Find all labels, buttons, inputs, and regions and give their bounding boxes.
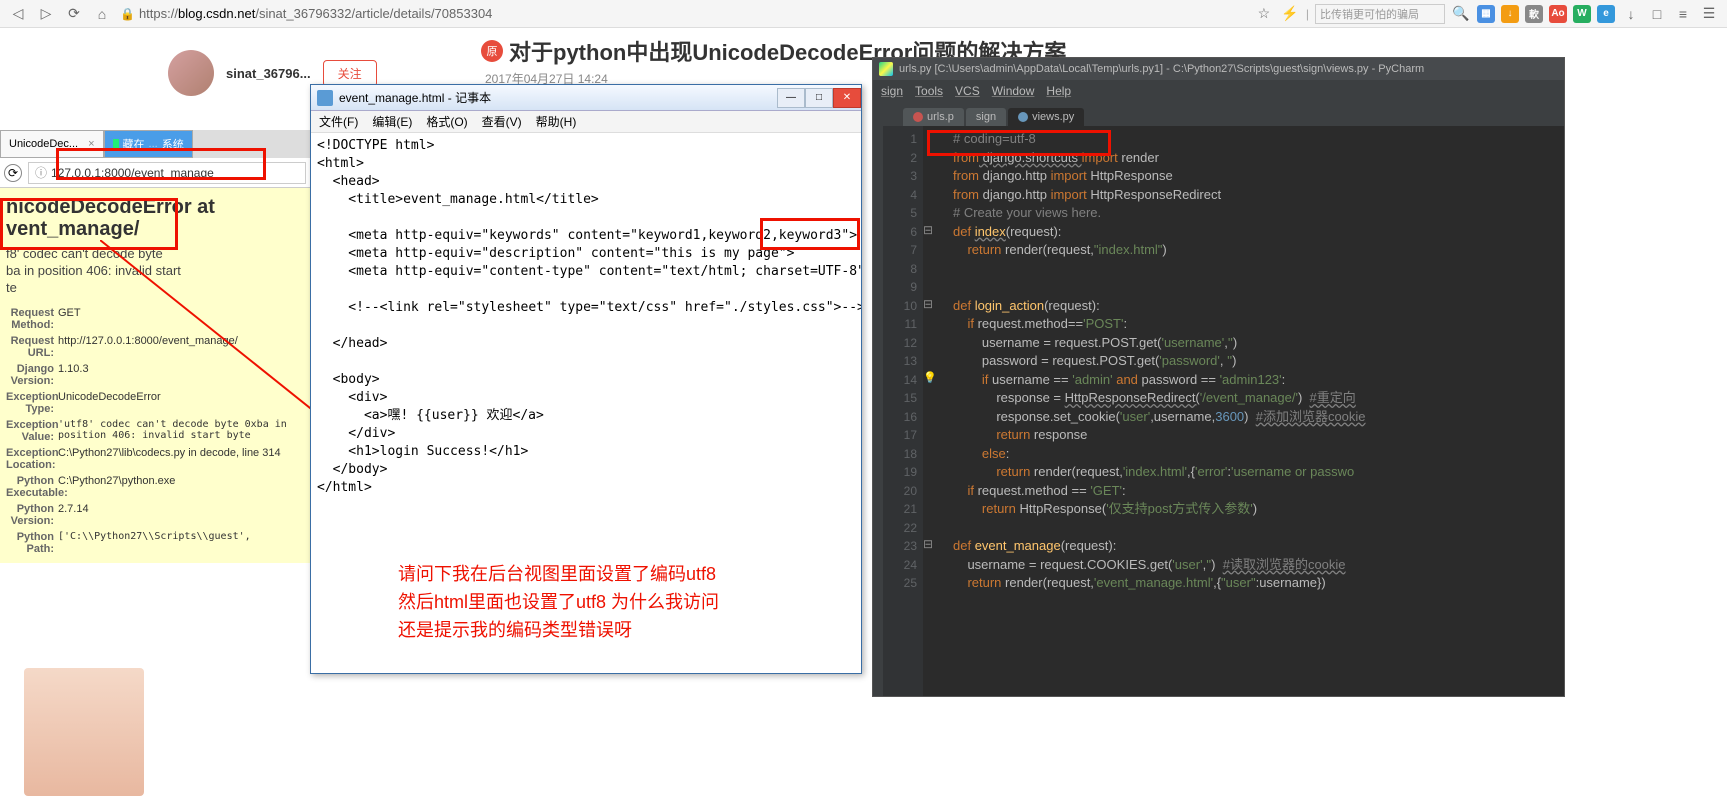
error-message: f8' codec can't decode byte ba in positi… bbox=[6, 246, 304, 297]
menu-item[interactable]: Tools bbox=[915, 84, 943, 98]
menu-icon[interactable]: ☰ bbox=[1699, 4, 1719, 24]
ext-icon[interactable]: ▦ bbox=[1477, 5, 1495, 23]
editor-tab-active[interactable]: views.py bbox=[1008, 108, 1084, 126]
pycharm-icon bbox=[879, 62, 893, 76]
notepad-title: event_manage.html - 记事本 bbox=[339, 89, 491, 106]
menu-item[interactable]: Window bbox=[992, 84, 1035, 98]
annotation-text: 请问下我在后台视图里面设置了编码utf8 然后html里面也设置了utf8 为什… bbox=[398, 560, 719, 644]
menu-view[interactable]: 查看(V) bbox=[482, 113, 522, 130]
editor-tab[interactable]: urls.p bbox=[903, 108, 964, 126]
ext-icon[interactable]: Ao bbox=[1549, 5, 1567, 23]
pycharm-menubar: sign Tools VCS Window Help bbox=[873, 80, 1564, 102]
forward-icon[interactable]: ▷ bbox=[36, 4, 56, 24]
toolbar-right: ☆ ⚡ | 比传销更可怕的骗局 🔍 ▦ ↓ 軟 Ao W e ↓ □ ≡ ☰ bbox=[1254, 4, 1719, 24]
url-field[interactable]: ⓘ 127.0.0.1:8000/event_manage bbox=[28, 162, 306, 184]
error-browser-window: UnicodeDec...× 藏在...系统 ⟳ ⓘ 127.0.0.1:800… bbox=[0, 130, 310, 690]
editor-tab[interactable]: sign bbox=[966, 108, 1006, 126]
menu-item[interactable]: VCS bbox=[955, 84, 980, 98]
django-error-page: nicodeDecodeError at vent_manage/ f8' co… bbox=[0, 188, 310, 563]
author-name[interactable]: sinat_36796... bbox=[226, 66, 311, 81]
lightning-icon[interactable]: ⚡ bbox=[1280, 4, 1300, 24]
search-icon[interactable]: 🔍 bbox=[1451, 4, 1471, 24]
browser-tab[interactable]: UnicodeDec...× bbox=[0, 130, 104, 158]
close-button[interactable]: ✕ bbox=[833, 88, 861, 108]
minimize-button[interactable]: — bbox=[777, 88, 805, 108]
ext-icon[interactable]: ↓ bbox=[1501, 5, 1519, 23]
reload-icon[interactable]: ⟳ bbox=[4, 164, 22, 182]
browser-tab-bar: UnicodeDec...× 藏在...系统 bbox=[0, 130, 310, 158]
browser-top-toolbar: ◁ ▷ ⟳ ⌂ 🔒 https://blog.csdn.net/sinat_36… bbox=[0, 0, 1727, 28]
code-editor[interactable]: 1234567891011121314151617181920212223242… bbox=[883, 126, 1564, 696]
home-icon[interactable]: ⌂ bbox=[92, 4, 112, 24]
address-bar: ⟳ ⓘ 127.0.0.1:8000/event_manage bbox=[0, 158, 310, 188]
notepad-menubar: 文件(F) 编辑(E) 格式(O) 查看(V) 帮助(H) bbox=[311, 111, 861, 133]
url-bar[interactable]: 🔒 https://blog.csdn.net/sinat_36796332/a… bbox=[120, 6, 492, 21]
code-content[interactable]: # coding=utf-8 from django.shortcuts imp… bbox=[923, 126, 1366, 696]
download-icon[interactable]: ↓ bbox=[1621, 4, 1641, 24]
menu-help[interactable]: 帮助(H) bbox=[536, 113, 577, 130]
avatar[interactable] bbox=[168, 50, 214, 96]
pycharm-window: urls.py [C:\Users\admin\AppData\Local\Te… bbox=[872, 57, 1565, 697]
notepad-icon bbox=[317, 90, 333, 106]
error-heading: nicodeDecodeError at vent_manage/ bbox=[6, 196, 304, 240]
search-box[interactable]: 比传销更可怕的骗局 bbox=[1315, 4, 1445, 24]
lock-icon: 🔒 bbox=[120, 7, 135, 21]
error-details-table: Request Method:GET Request URL:http://12… bbox=[6, 305, 304, 557]
original-badge: 原 bbox=[481, 40, 503, 62]
ext-icon[interactable]: 軟 bbox=[1525, 5, 1543, 23]
image-snippet bbox=[24, 668, 144, 796]
menu-file[interactable]: 文件(F) bbox=[319, 113, 358, 130]
menu-edit[interactable]: 编辑(E) bbox=[372, 113, 412, 130]
ext-icon[interactable]: W bbox=[1573, 5, 1591, 23]
follow-button[interactable]: 关注 bbox=[323, 60, 377, 87]
reload-icon[interactable]: ⟳ bbox=[64, 4, 84, 24]
pycharm-titlebar[interactable]: urls.py [C:\Users\admin\AppData\Local\Te… bbox=[873, 58, 1564, 80]
gutter-bg bbox=[873, 126, 883, 696]
gutter-icons: ⊟ ⊟ 💡 ⊟ bbox=[923, 130, 941, 556]
menu-format[interactable]: 格式(O) bbox=[426, 113, 467, 130]
notepad-titlebar[interactable]: event_manage.html - 记事本 — □ ✕ bbox=[311, 85, 861, 111]
separator: | bbox=[1306, 7, 1309, 21]
line-gutter: 1234567891011121314151617181920212223242… bbox=[883, 126, 923, 696]
editor-tabs: urls.p sign views.py bbox=[873, 102, 1564, 126]
restore-icon[interactable]: □ bbox=[1647, 4, 1667, 24]
menu-item[interactable]: sign bbox=[881, 84, 903, 98]
intention-bulb-icon[interactable]: 💡 bbox=[923, 371, 937, 390]
pycharm-title-text: urls.py [C:\Users\admin\AppData\Local\Te… bbox=[899, 63, 1424, 75]
star-icon[interactable]: ☆ bbox=[1254, 4, 1274, 24]
menu-item[interactable]: Help bbox=[1046, 84, 1071, 98]
browser-tab[interactable]: 藏在...系统 bbox=[104, 130, 193, 158]
back-icon[interactable]: ◁ bbox=[8, 4, 28, 24]
ext-icon[interactable]: e bbox=[1597, 5, 1615, 23]
lines-icon[interactable]: ≡ bbox=[1673, 4, 1693, 24]
url-text: https://blog.csdn.net/sinat_36796332/art… bbox=[139, 6, 492, 21]
maximize-button[interactable]: □ bbox=[805, 88, 833, 108]
